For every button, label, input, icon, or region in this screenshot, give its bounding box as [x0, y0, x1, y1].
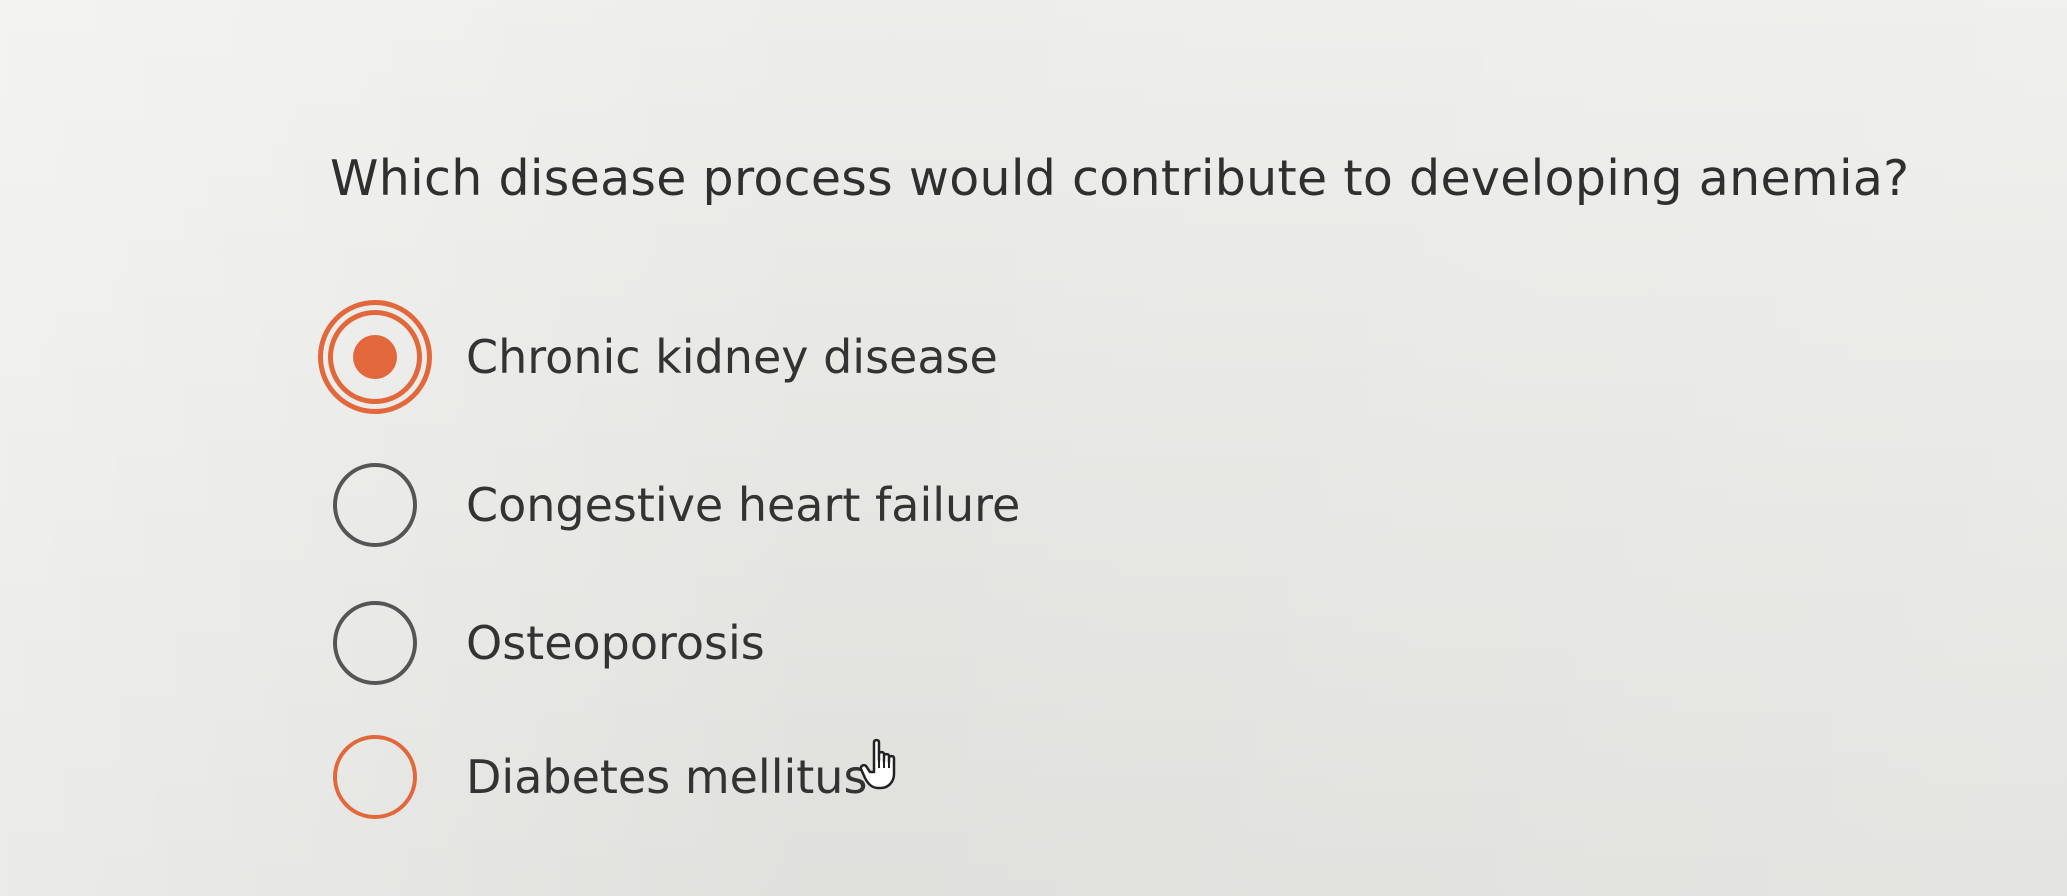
option-chronic-kidney-disease[interactable]: Chronic kidney disease [318, 300, 998, 414]
hand-pointer-icon [860, 738, 896, 790]
radio-ring [333, 735, 417, 819]
option-label: Congestive heart failure [466, 478, 1021, 532]
option-label: Diabetes mellitus [466, 750, 868, 804]
question-text: Which disease process would contribute t… [330, 150, 1910, 207]
radio-button[interactable] [318, 448, 432, 562]
option-osteoporosis[interactable]: Osteoporosis [318, 586, 765, 700]
option-diabetes-mellitus[interactable]: Diabetes mellitus [318, 720, 867, 834]
option-label: Osteoporosis [466, 616, 765, 670]
option-label: Chronic kidney disease [466, 330, 998, 384]
radio-button-hover[interactable] [318, 720, 432, 834]
radio-button-selected[interactable] [318, 300, 432, 414]
radio-ring [333, 463, 417, 547]
option-congestive-heart-failure[interactable]: Congestive heart failure [318, 448, 1020, 562]
radio-ring [333, 601, 417, 685]
radio-selected-dot [353, 335, 397, 379]
radio-button[interactable] [318, 586, 432, 700]
